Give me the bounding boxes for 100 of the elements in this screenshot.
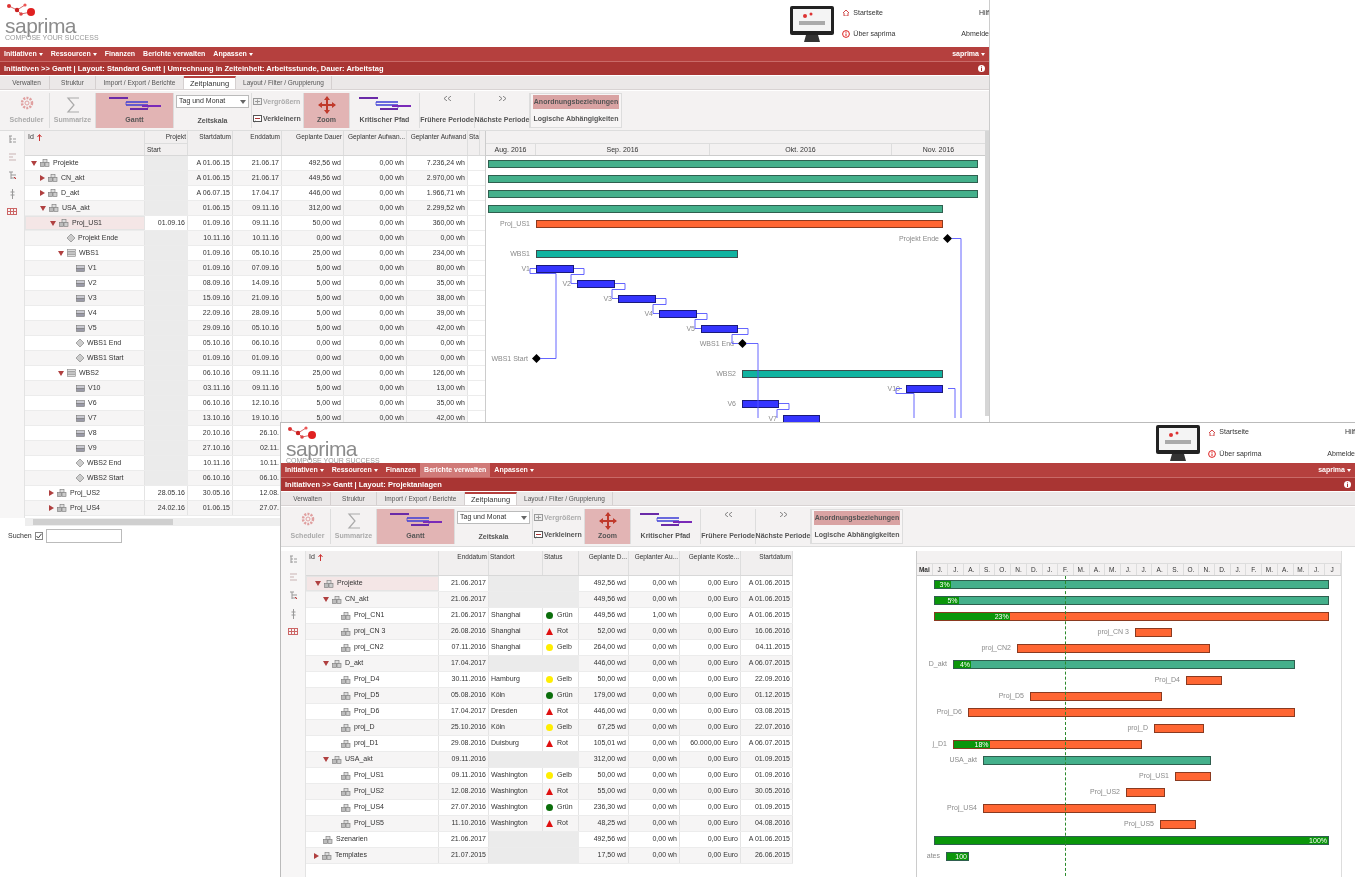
gantt-bar[interactable]	[577, 279, 615, 288]
indent-icon	[288, 555, 298, 564]
gantt-bar[interactable]	[1017, 643, 1210, 653]
columns-icon	[7, 208, 17, 215]
connector-line	[776, 403, 790, 418]
boxes-icon	[49, 204, 59, 212]
caret-down-icon[interactable]	[40, 205, 46, 211]
zoom-in-icon	[534, 513, 543, 522]
connector-line	[611, 283, 626, 299]
caret-down-icon	[248, 52, 253, 56]
gantt-bar[interactable]	[488, 204, 943, 213]
boxes-icon	[341, 739, 351, 748]
caret-down-icon[interactable]	[323, 661, 329, 666]
caret-right-icon[interactable]	[314, 852, 319, 859]
double-chevron-left-icon	[724, 512, 732, 517]
caret-down-icon[interactable]	[50, 220, 56, 226]
boxes-icon	[332, 595, 342, 604]
hierarchy-icon	[7, 171, 17, 180]
caret-down-icon	[521, 515, 527, 520]
boxes-icon	[323, 835, 333, 844]
boxes-icon	[341, 723, 351, 732]
gantt-bar[interactable]	[536, 249, 738, 258]
caret-right-icon[interactable]	[40, 175, 45, 181]
boxes-icon	[341, 819, 351, 828]
caret-down-icon[interactable]	[31, 160, 37, 166]
boxes-icon	[57, 489, 67, 497]
caret-down-icon[interactable]	[323, 757, 329, 762]
sigma-icon	[346, 512, 361, 530]
boxes-icon	[48, 174, 58, 182]
milestone-diamond	[942, 234, 952, 243]
info-icon	[978, 65, 985, 72]
milestone-diamond	[531, 354, 541, 363]
boxes-icon	[341, 771, 351, 780]
gantt-bar[interactable]	[536, 219, 943, 228]
caret-right-icon[interactable]	[40, 190, 45, 196]
gantt-chart-icon	[357, 96, 412, 112]
outdent-icon	[7, 153, 17, 162]
scrollbar[interactable]	[985, 131, 989, 416]
search-field[interactable]	[45, 529, 122, 543]
sort-arrow-icon	[317, 553, 323, 561]
gantt-bar[interactable]	[983, 755, 1211, 765]
gantt-bar[interactable]	[536, 264, 574, 273]
caret-down-icon	[38, 52, 43, 56]
gear-icon	[19, 96, 34, 110]
gantt-bar[interactable]	[906, 384, 943, 393]
caret-down-icon	[373, 468, 378, 472]
gantt-bar[interactable]	[968, 707, 1295, 717]
gantt-bar[interactable]	[742, 399, 779, 408]
caret-down-icon[interactable]	[315, 581, 321, 586]
gear-icon	[300, 512, 315, 526]
boxes-icon	[324, 579, 334, 588]
stack-icon	[67, 249, 76, 257]
gantt-bar[interactable]	[488, 159, 978, 168]
move-icon	[317, 96, 336, 114]
scrollbar[interactable]	[33, 519, 173, 525]
caret-down-icon	[1347, 468, 1351, 472]
gantt-bar[interactable]	[1175, 771, 1211, 781]
gantt-bar[interactable]	[1154, 723, 1204, 733]
pin-icon	[290, 609, 296, 619]
checkbox-checked-icon[interactable]	[34, 532, 43, 540]
caret-down-icon[interactable]	[323, 597, 329, 602]
zoom-out-icon	[253, 115, 262, 124]
boxes-icon	[341, 691, 351, 700]
gantt-bar[interactable]	[659, 309, 697, 318]
monitor-drawing	[789, 4, 836, 43]
sort-arrow-icon	[36, 133, 42, 141]
outdent-icon	[288, 573, 298, 582]
caret-down-icon	[529, 468, 534, 472]
sigma-icon	[65, 96, 80, 114]
boxes-icon	[40, 159, 50, 167]
gantt-bar[interactable]	[1030, 691, 1162, 701]
home-icon	[1208, 428, 1217, 436]
gantt-bar[interactable]	[1160, 819, 1196, 829]
gantt-bar[interactable]	[742, 369, 943, 378]
double-chevron-right-icon	[779, 512, 787, 517]
info-icon	[1208, 449, 1217, 458]
info-icon	[1344, 481, 1351, 488]
gantt-chart-icon	[107, 96, 162, 112]
indent-icon	[7, 135, 17, 144]
gantt-bar[interactable]	[1135, 627, 1172, 637]
gantt-bar[interactable]	[488, 189, 978, 198]
boxes-icon	[59, 219, 69, 227]
gantt-bar[interactable]	[701, 324, 738, 333]
diamond-icon	[67, 234, 75, 242]
gantt-bar[interactable]	[618, 294, 656, 303]
gantt-bar[interactable]	[488, 174, 978, 183]
caret-down-icon[interactable]	[58, 370, 64, 376]
gantt-bar[interactable]	[1186, 675, 1222, 685]
caret-right-icon[interactable]	[49, 505, 54, 511]
boxes-icon	[332, 659, 342, 668]
stack-icon	[67, 369, 76, 377]
caret-down-icon[interactable]	[58, 250, 64, 256]
boxes-icon	[341, 643, 351, 652]
hierarchy-icon	[288, 591, 298, 600]
boxes-icon	[341, 611, 351, 620]
info-icon	[842, 30, 851, 39]
gantt-bar[interactable]	[983, 803, 1156, 813]
caret-right-icon[interactable]	[49, 490, 54, 496]
gantt-bar[interactable]	[1126, 787, 1165, 797]
boxes-icon	[57, 504, 67, 512]
